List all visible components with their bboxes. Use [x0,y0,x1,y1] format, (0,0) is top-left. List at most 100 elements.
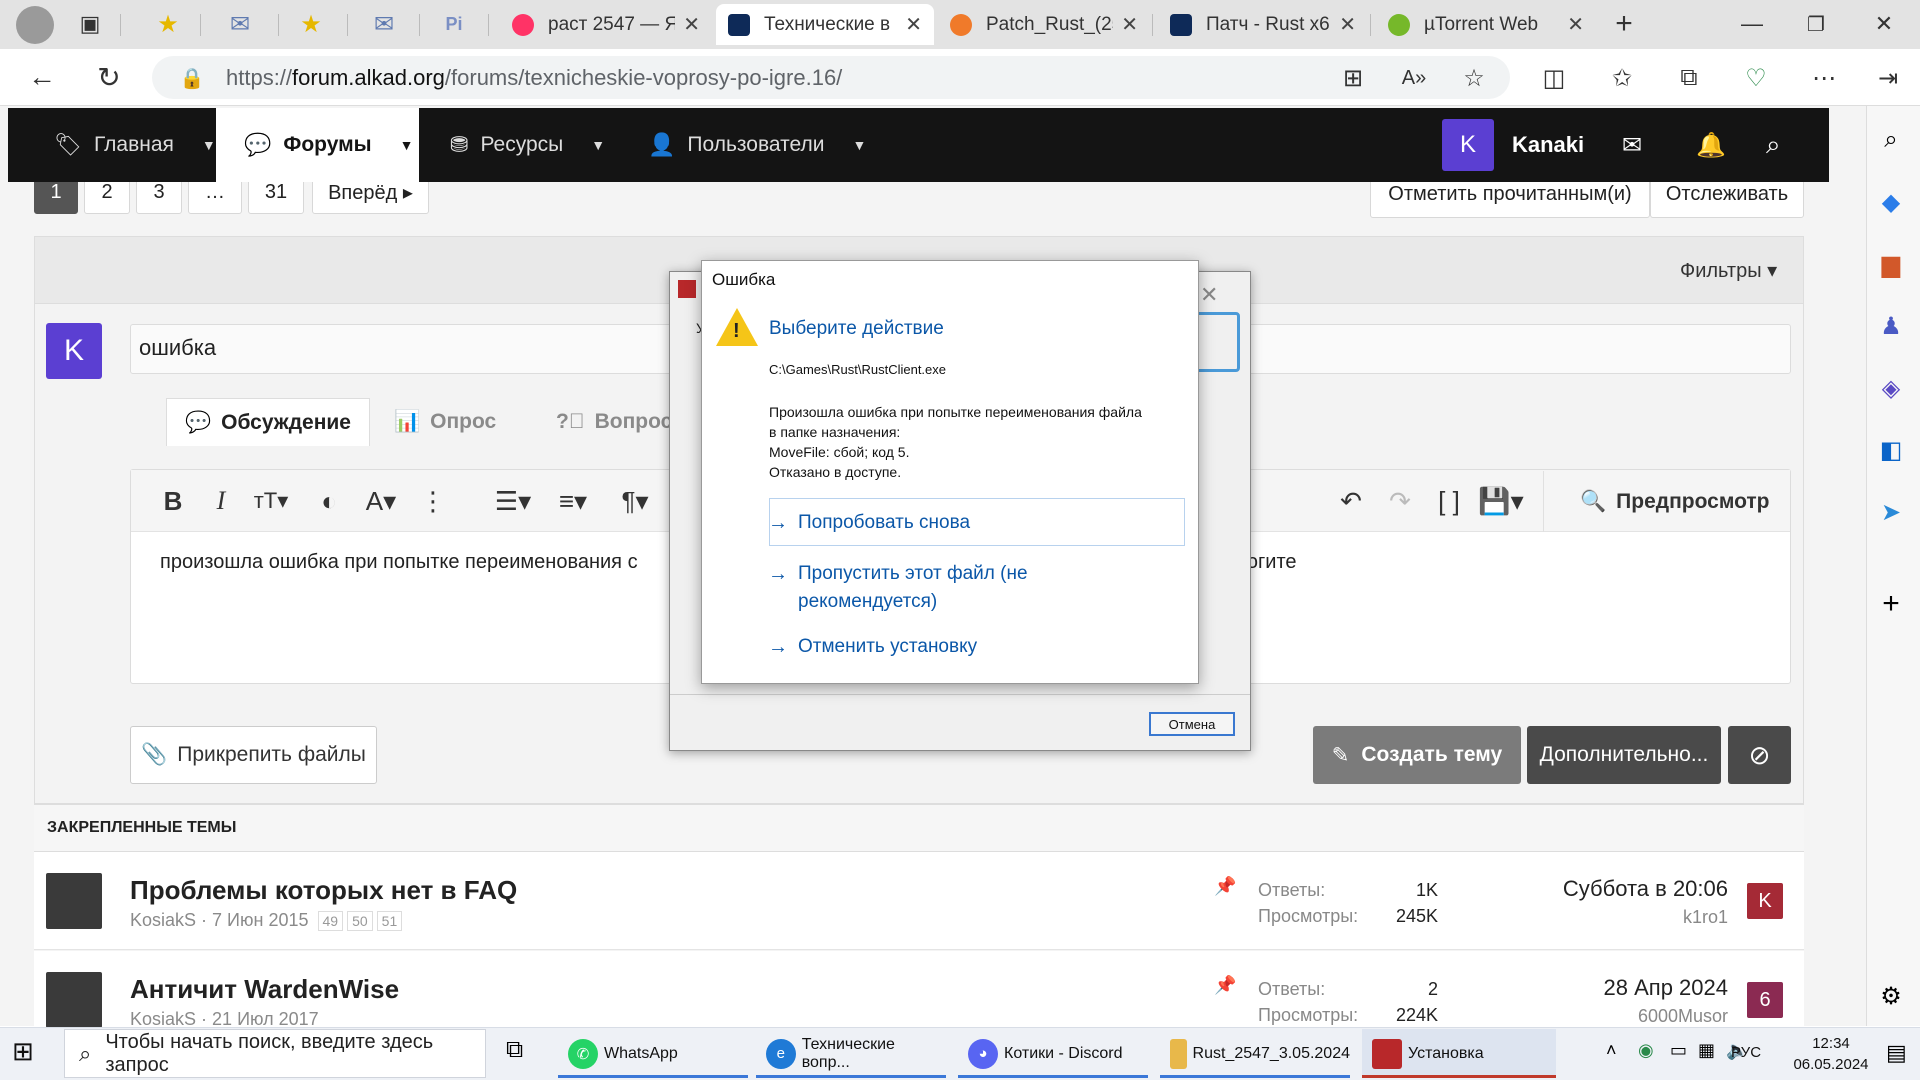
back-icon[interactable]: ← [24,59,60,95]
minimize-icon[interactable]: — [1734,6,1770,42]
font-size-icon[interactable]: тT▾ [246,484,296,518]
last-poster-avatar[interactable]: K [1747,883,1783,919]
retry-option[interactable]: → Попробовать снова [768,512,970,535]
more-options-icon[interactable]: ⋮ [418,484,448,518]
skip-file-option[interactable]: → Пропустить этот файл (не рекомендуется) [768,560,1028,616]
nav-users[interactable]: 👤 Пользователи ▼ [648,108,866,182]
outlook-icon[interactable]: ◧ [1873,432,1909,468]
tab-discussion[interactable]: 💬 Обсуждение [166,398,370,446]
close-icon[interactable]: ✕ [897,12,922,37]
taskbar-search[interactable]: ⌕ Чтобы начать поиск, введите здесь запр… [64,1029,486,1078]
last-poster-avatar[interactable]: 6 [1747,982,1783,1018]
taskbar-app-installer[interactable]: Установка [1362,1029,1556,1078]
attach-files-button[interactable]: 📎 Прикрепить файлы [130,726,377,784]
tab-poll[interactable]: 📊 Опрос [394,398,496,446]
page-link[interactable]: 50 [347,911,373,931]
read-aloud-icon[interactable]: A» [1396,60,1432,96]
save-draft-icon[interactable]: 💾▾ [1478,484,1524,518]
paragraph-icon[interactable]: ¶▾ [610,484,660,518]
username[interactable]: Kanaki [1512,108,1584,182]
add-icon[interactable]: + [1873,586,1909,622]
taskbar-app-edge[interactable]: e Технические вопр... [756,1029,946,1078]
thread-title[interactable]: Античит WardenWise [130,974,399,1005]
mail-icon[interactable]: ✉ [222,6,258,42]
restore-icon[interactable]: ❐ [1798,6,1834,42]
chevron-down-icon[interactable]: ▼ [591,137,605,153]
bell-icon[interactable]: 🔔 [1696,108,1726,182]
tab-forum[interactable]: Технические в ✕ [716,4,934,45]
list-icon[interactable]: ☰▾ [488,484,538,518]
user-avatar[interactable]: K [1442,119,1494,171]
page-link[interactable]: 51 [376,911,403,931]
tab-actions-icon[interactable]: ▣ [72,6,108,42]
profile-avatar[interactable] [16,6,54,44]
sidebar-toggle-icon[interactable]: ⇥ [1870,60,1906,96]
create-thread-button[interactable]: ✎ Создать тему [1313,726,1521,784]
task-view-icon[interactable]: ⧉ [506,1036,523,1064]
performance-icon[interactable]: ♡ [1738,60,1774,96]
tab-patch-rust[interactable]: Patch_Rust_(25 ✕ [938,4,1150,45]
close-icon[interactable]: ✕ [675,12,700,37]
nav-resources[interactable]: ⛃ Ресурсы ▼ [450,108,605,182]
tag-icon[interactable]: ◆ [1873,184,1909,220]
cancel-install-option[interactable]: → Отменить установку [768,636,977,659]
inbox-icon[interactable]: ✉ [1622,108,1642,182]
more-icon[interactable]: ⋯ [1806,60,1842,96]
tab-utorrent[interactable]: µTorrent Web ✕ [1376,4,1596,45]
copilot-icon[interactable]: ◈ [1873,370,1909,406]
refresh-icon[interactable]: ↻ [91,59,127,95]
search-icon[interactable]: ⌕ [1766,108,1781,182]
star-icon[interactable]: ★ [293,6,329,42]
favorite-star-icon[interactable]: ☆ [1456,60,1492,96]
preview-button[interactable]: 🔍 Предпросмотр [1543,471,1790,532]
chevron-up-icon[interactable]: ˄ [1606,1040,1617,1061]
settings-gear-icon[interactable]: ⚙ [1873,978,1909,1014]
cancel-icon[interactable]: ⊘ [1728,726,1791,784]
battery-icon[interactable]: ▭ [1670,1040,1687,1061]
split-screen-icon[interactable]: ◫ [1536,60,1572,96]
tab-yandex[interactable]: раст 2547 — Я ✕ [500,4,712,45]
search-icon[interactable]: ⌕ [1873,122,1909,158]
windows-start-icon[interactable]: ⊞ [12,1036,34,1067]
chevron-down-icon[interactable]: ▼ [852,137,866,153]
taskbar-app-discord[interactable]: ◕ Котики - Discord [958,1029,1148,1078]
lock-icon[interactable]: 🔒 [174,60,210,96]
nav-home[interactable]: 🏷 Главная ▼ [54,108,216,182]
last-post-date[interactable]: Суббота в 20:06 [1428,876,1728,902]
undo-icon[interactable]: ↶ [1336,484,1366,518]
close-icon[interactable]: ✕ [1200,282,1218,308]
new-tab-icon[interactable]: + [1606,6,1642,42]
favorites-icon[interactable]: ✩ [1604,60,1640,96]
redo-icon[interactable]: ↷ [1385,484,1415,518]
close-icon[interactable]: ✕ [1331,12,1356,37]
last-post-user[interactable]: 6000Musor [1428,1006,1728,1027]
network-icon[interactable]: ▦ [1698,1040,1715,1061]
tray-app-icon[interactable]: ◉ [1638,1040,1654,1061]
toolbox-icon[interactable]: ▆ [1873,246,1909,282]
close-icon[interactable]: ✕ [1113,12,1138,37]
language-indicator[interactable]: РУС [1731,1044,1761,1061]
more-options-button[interactable]: Дополнительно... [1527,726,1721,784]
taskbar-app-folder[interactable]: Rust_2547_3.05.2024 [1160,1029,1350,1078]
mail-icon[interactable]: ✉ [366,6,402,42]
taskbar-app-whatsapp[interactable]: ✆ WhatsApp [558,1029,748,1078]
font-icon[interactable]: A▾ [356,484,406,518]
tab-patch-x64[interactable]: Патч - Rust x6 ✕ [1158,4,1368,45]
send-icon[interactable]: ➤ [1873,494,1909,530]
nav-forums[interactable]: 💬 Форумы ▼ [216,108,419,182]
pi-icon[interactable]: Pi [436,6,472,42]
star-icon[interactable]: ★ [150,6,186,42]
page-link[interactable]: 49 [317,911,344,931]
last-post-date[interactable]: 28 Апр 2024 [1428,975,1728,1001]
close-window-icon[interactable]: ✕ [1866,6,1902,42]
chevron-down-icon[interactable]: ▼ [400,137,414,153]
bbcode-icon[interactable]: [ ] [1432,484,1466,518]
installer-cancel-button[interactable]: Отмена [1149,712,1235,736]
tab-question[interactable]: ?⃝ Вопрос [556,398,672,446]
bold-icon[interactable]: B [158,484,188,518]
games-icon[interactable]: ♟ [1873,308,1909,344]
url-field[interactable]: https://forum.alkad.org/forums/texniches… [152,56,1510,99]
filters-button[interactable]: Фильтры ▾ [1680,258,1777,283]
palette-icon[interactable]: ◐ [314,484,344,518]
close-icon[interactable]: ✕ [1559,12,1584,37]
